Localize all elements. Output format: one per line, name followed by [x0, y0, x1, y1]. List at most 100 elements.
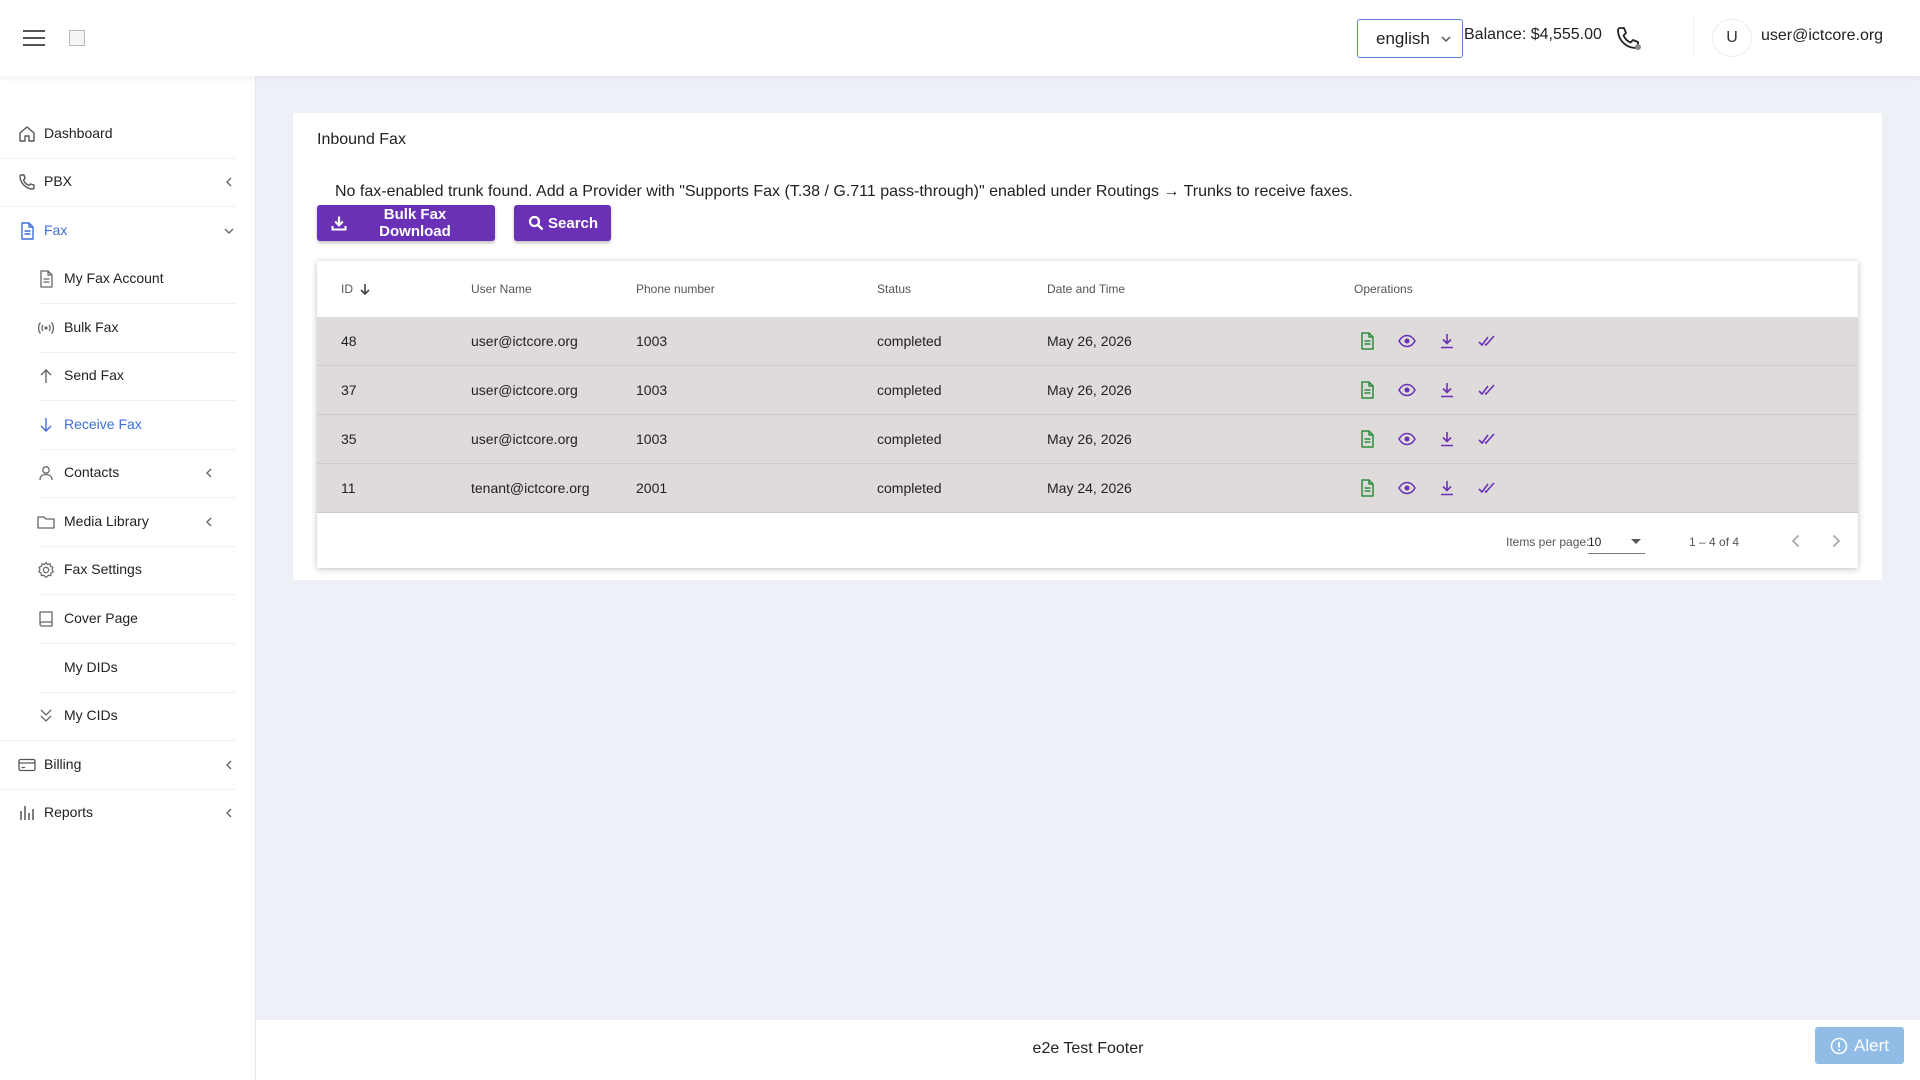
header-divider [1693, 18, 1694, 58]
sidebar-item-fax-settings[interactable]: Fax Settings [20, 546, 236, 594]
sidebar-item-label: Cover Page [64, 610, 138, 626]
download-icon[interactable] [1437, 380, 1457, 400]
bar-chart-icon [17, 803, 37, 823]
pdf-document-icon[interactable] [1357, 429, 1377, 449]
cell-user-name: tenant@ictcore.org [471, 480, 590, 496]
table-row: 35 user@ictcore.org 1003 completed May 2… [317, 415, 1858, 464]
no-trunk-notice: No fax-enabled trunk found. Add a Provid… [335, 183, 1353, 200]
book-icon [36, 609, 56, 629]
chevron-left-icon [202, 515, 216, 529]
double-check-icon[interactable] [1477, 331, 1497, 351]
column-header-status[interactable]: Status [877, 261, 911, 317]
home-icon [17, 124, 37, 144]
sort-arrow-down-icon [359, 282, 371, 296]
sidebar-item-label: Media Library [64, 513, 149, 529]
gear-icon [36, 560, 56, 580]
arrow-down-icon [36, 415, 56, 435]
sidebar-item-pbx[interactable]: PBX [0, 158, 256, 206]
alert-button[interactable]: Alert [1815, 1027, 1904, 1064]
sidebar-item-send-fax[interactable]: Send Fax [20, 352, 236, 400]
download-icon[interactable] [1437, 478, 1457, 498]
folder-icon [36, 512, 56, 532]
logo-image [69, 30, 85, 46]
pagination-range: 1 – 4 of 4 [1689, 535, 1740, 549]
pdf-document-icon[interactable] [1357, 331, 1377, 351]
user-email[interactable]: user@ictcore.org [1761, 27, 1883, 45]
column-header-date-time[interactable]: Date and Time [1047, 261, 1125, 317]
sidebar-item-my-dids[interactable]: My DIDs [20, 644, 236, 692]
top-header: english Balance: $4,555.00 U user@ictcor… [0, 0, 1920, 76]
sidebar-item-label: Fax Settings [64, 561, 142, 577]
cell-id: 11 [341, 480, 356, 496]
sidebar-item-cover-page[interactable]: Cover Page [20, 595, 236, 643]
double-check-icon[interactable] [1477, 380, 1497, 400]
cell-phone-number: 1003 [636, 431, 668, 447]
sidebar: Dashboard PBX Fax My Fax Account Bulk Fa… [0, 76, 256, 1080]
double-check-icon[interactable] [1477, 478, 1497, 498]
info-circle-icon [1830, 1037, 1854, 1055]
download-icon[interactable] [1437, 331, 1457, 351]
cell-status: completed [877, 480, 942, 496]
avatar[interactable]: U [1712, 19, 1752, 57]
eye-icon[interactable] [1397, 429, 1417, 449]
search-button[interactable]: Search [514, 205, 611, 241]
eye-icon[interactable] [1397, 380, 1417, 400]
items-per-page-value: 10 [1588, 535, 1602, 549]
credit-card-icon [17, 755, 37, 775]
chevron-left-icon [202, 466, 216, 480]
cell-status: completed [877, 333, 942, 349]
cell-phone-number: 1003 [636, 382, 668, 398]
footer-text: e2e Test Footer [1032, 1040, 1144, 1057]
bulk-fax-download-label: Bulk Fax Download [379, 206, 451, 240]
double-check-icon[interactable] [1477, 429, 1497, 449]
sidebar-item-label: PBX [44, 173, 73, 189]
next-page-icon[interactable] [1824, 529, 1848, 553]
column-header-user-name[interactable]: User Name [471, 261, 532, 317]
double-chevron-down-icon [36, 706, 56, 726]
cell-phone-number: 2001 [636, 480, 668, 496]
cell-date-time: May 24, 2026 [1047, 480, 1132, 496]
sidebar-item-dashboard[interactable]: Dashboard [0, 110, 256, 158]
cell-date-time: May 26, 2026 [1047, 431, 1132, 447]
table-row: 11 tenant@ictcore.org 2001 completed May… [317, 464, 1858, 513]
sidebar-item-label: Dashboard [44, 125, 113, 141]
download-icon[interactable] [1437, 429, 1457, 449]
sidebar-item-label: My DIDs [64, 659, 118, 675]
sidebar-item-my-cids[interactable]: My CIDs [20, 692, 236, 740]
language-select[interactable]: english [1357, 19, 1463, 58]
sidebar-item-receive-fax[interactable]: Receive Fax [20, 401, 236, 449]
broadcast-icon [36, 318, 56, 338]
column-header-phone-number[interactable]: Phone number [636, 261, 715, 317]
arrow-up-icon [36, 366, 56, 386]
eye-icon[interactable] [1397, 331, 1417, 351]
sidebar-item-label: Reports [44, 804, 94, 820]
pdf-document-icon[interactable] [1357, 380, 1377, 400]
page-title: Inbound Fax [317, 131, 406, 148]
items-per-page-select[interactable]: 10 [1588, 526, 1645, 554]
pdf-document-icon[interactable] [1357, 478, 1377, 498]
phone-status-icon[interactable] [1614, 24, 1642, 52]
column-header-id[interactable]: ID [341, 261, 371, 317]
sidebar-item-billing[interactable]: Billing [0, 741, 256, 789]
bulk-fax-download-button[interactable]: Bulk Fax Download [317, 205, 495, 241]
eye-icon[interactable] [1397, 478, 1417, 498]
cell-status: completed [877, 382, 942, 398]
column-header-operations: Operations [1354, 282, 1413, 296]
sidebar-item-my-fax-account[interactable]: My Fax Account [20, 255, 236, 303]
cell-status: completed [877, 431, 942, 447]
previous-page-icon[interactable] [1784, 529, 1808, 553]
chevron-left-icon [222, 175, 236, 189]
menu-toggle-icon[interactable] [22, 27, 46, 49]
sidebar-item-bulk-fax[interactable]: Bulk Fax [20, 304, 236, 352]
sidebar-item-fax[interactable]: Fax [0, 207, 256, 255]
cell-user-name: user@ictcore.org [471, 382, 578, 398]
sidebar-item-contacts[interactable]: Contacts [20, 449, 236, 497]
balance-text: Balance: $4,555.00 [1464, 26, 1602, 43]
cell-id: 37 [341, 382, 357, 398]
sidebar-item-label: Fax [44, 222, 68, 238]
sidebar-item-media-library[interactable]: Media Library [20, 498, 236, 546]
person-icon [36, 463, 56, 483]
sidebar-item-reports[interactable]: Reports [0, 789, 256, 837]
sidebar-item-label: My Fax Account [64, 270, 164, 286]
alert-label: Alert [1854, 1035, 1889, 1055]
